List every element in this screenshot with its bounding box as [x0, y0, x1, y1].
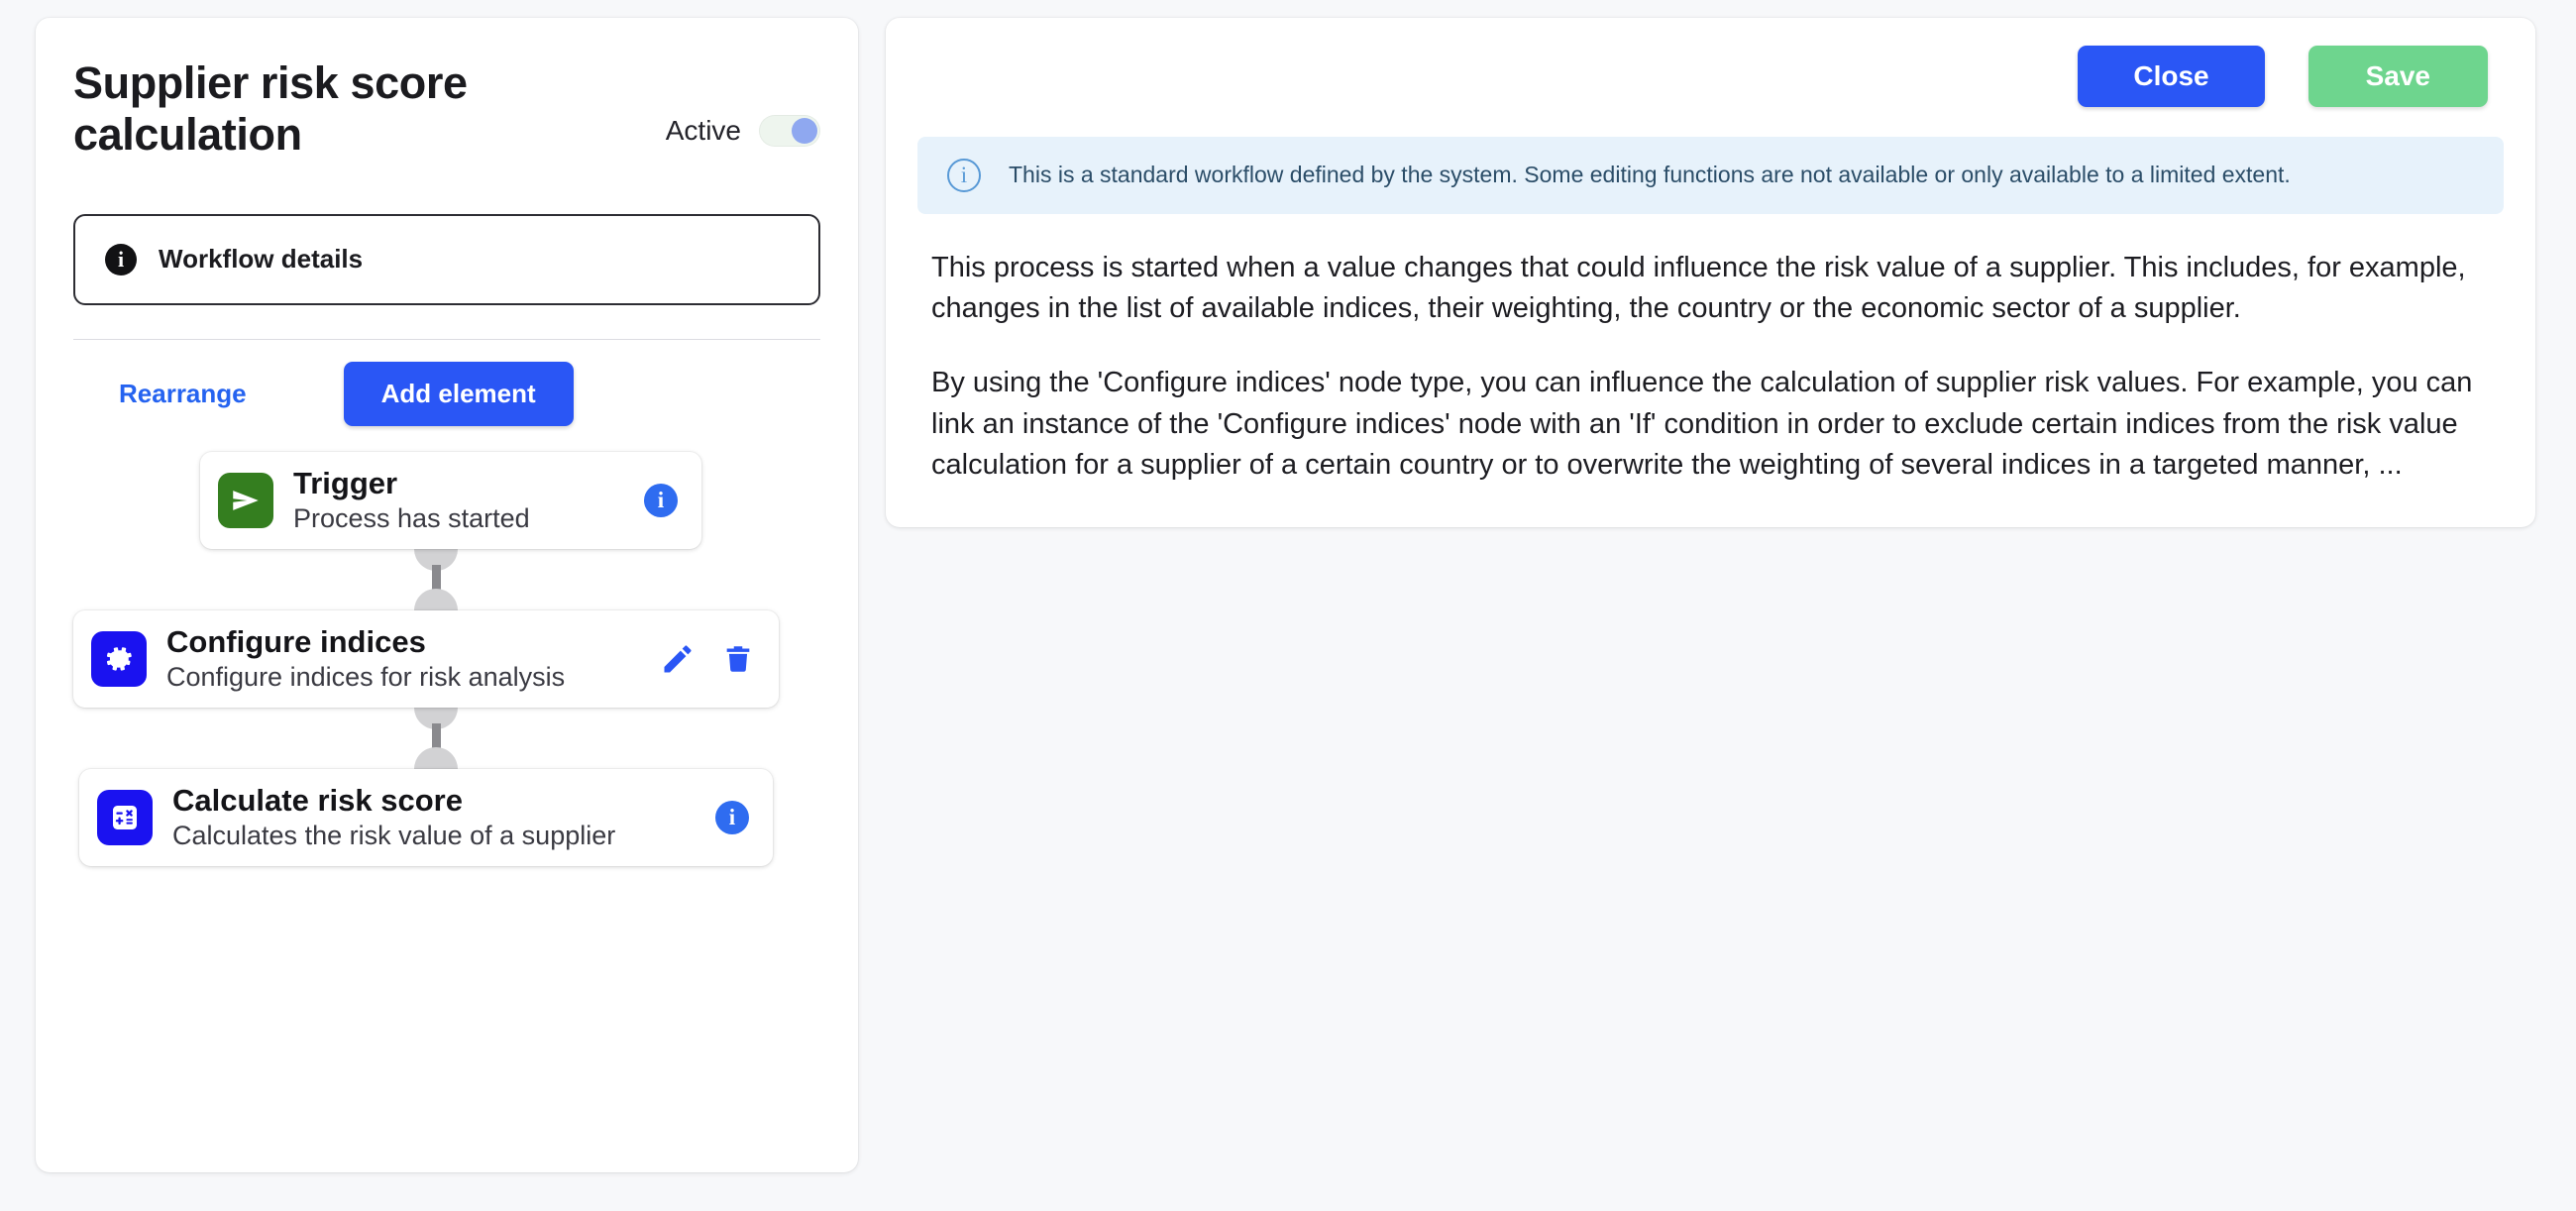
system-workflow-banner: i This is a standard workflow defined by…	[917, 137, 2504, 214]
node-title: Trigger	[293, 465, 398, 500]
send-arrow-icon	[218, 472, 273, 528]
node-trigger[interactable]: Trigger Process has started i	[200, 451, 701, 549]
node-text: Calculate risk score Calculates the risk…	[172, 783, 684, 852]
node-actions: i	[632, 483, 678, 517]
node-title: Calculate risk score	[172, 782, 463, 818]
info-badge-icon[interactable]: i	[715, 800, 749, 834]
node-text: Configure indices Configure indices for …	[166, 624, 628, 694]
flow-node-row: Calculate risk score Calculates the risk…	[73, 768, 820, 866]
active-toggle[interactable]	[759, 114, 820, 147]
node-subtitle: Calculates the risk value of a supplier	[172, 821, 616, 851]
workflow-header: Supplier risk score calculation Active	[73, 57, 820, 161]
active-label: Active	[665, 114, 741, 146]
info-circle-icon: i	[947, 159, 981, 192]
node-calculate-risk-score[interactable]: Calculate risk score Calculates the risk…	[79, 768, 773, 866]
node-text: Trigger Process has started	[293, 466, 612, 535]
flow-connector	[52, 548, 820, 610]
info-icon: i	[105, 243, 137, 275]
connector-cap-bottom	[414, 746, 458, 769]
flow-connector	[52, 707, 820, 769]
flow-node-row: Configure indices Configure indices for …	[73, 609, 820, 708]
workflow-detail-panel: Close Save i This is a standard workflow…	[886, 18, 2535, 527]
node-actions: i	[703, 800, 749, 834]
banner-text: This is a standard workflow defined by t…	[1009, 162, 2291, 188]
description-paragraph: This process is started when a value cha…	[931, 252, 2466, 325]
node-configure-indices[interactable]: Configure indices Configure indices for …	[73, 609, 779, 708]
active-status-group: Active	[665, 114, 820, 161]
info-badge-icon[interactable]: i	[644, 483, 678, 517]
workflow-flow: Trigger Process has started i Configure …	[73, 451, 820, 866]
save-button[interactable]: Save	[2308, 46, 2488, 107]
connector-cap-bottom	[414, 588, 458, 610]
workflow-details-button[interactable]: i Workflow details	[73, 213, 820, 305]
node-title: Configure indices	[166, 623, 426, 659]
flow-node-row: Trigger Process has started i	[73, 451, 820, 549]
app-root: Supplier risk score calculation Active i…	[0, 0, 2576, 1211]
section-divider	[73, 338, 820, 340]
edit-pencil-icon[interactable]	[660, 641, 696, 677]
add-element-button[interactable]: Add element	[343, 361, 574, 426]
toggle-knob	[792, 117, 817, 144]
page-title: Supplier risk score calculation	[73, 57, 468, 160]
workflow-editor-card: Supplier risk score calculation Active i…	[36, 18, 858, 1172]
workflow-actions: Rearrange Add element	[73, 361, 820, 426]
panel-description: This process is started when a value cha…	[917, 248, 2504, 486]
node-subtitle: Process has started	[293, 503, 530, 534]
delete-trash-icon[interactable]	[721, 641, 755, 677]
node-subtitle: Configure indices for risk analysis	[166, 662, 566, 693]
gear-icon	[91, 630, 147, 687]
node-actions	[648, 641, 755, 677]
close-button[interactable]: Close	[2078, 46, 2265, 107]
workflow-details-label: Workflow details	[159, 244, 364, 274]
calculator-icon	[97, 789, 153, 845]
panel-actions: Close Save	[917, 46, 2504, 107]
description-paragraph: By using the 'Configure indices' node ty…	[931, 367, 2473, 481]
rearrange-button[interactable]: Rearrange	[119, 379, 247, 409]
